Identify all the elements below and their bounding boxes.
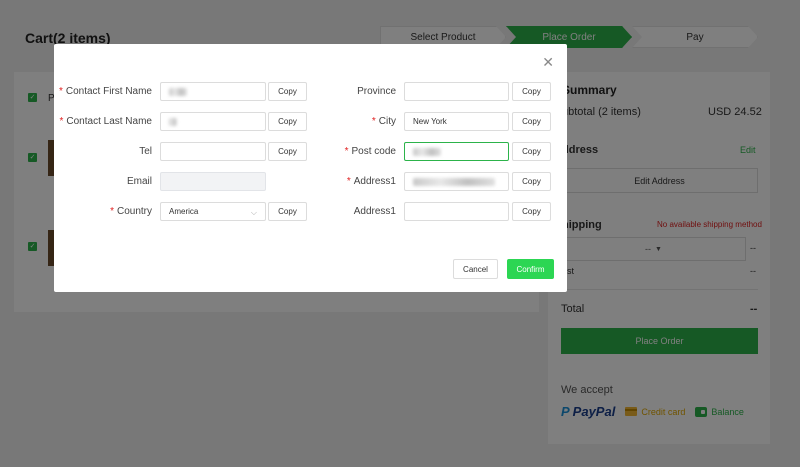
country-select[interactable]: America ⌵ — [160, 202, 266, 221]
copy-province-button[interactable]: Copy — [512, 82, 551, 101]
cancel-button[interactable]: Cancel — [453, 259, 498, 279]
last-name-label: * Contact Last Name — [59, 116, 152, 127]
city-label: * City — [371, 116, 396, 127]
first-name-label: * Contact First Name — [58, 86, 152, 97]
confirm-button[interactable]: Confirm — [507, 259, 554, 279]
address1b-input[interactable] — [404, 202, 509, 221]
address1b-label: Address1 — [353, 206, 396, 217]
email-input — [160, 172, 266, 191]
post-code-input[interactable] — [404, 142, 509, 161]
copy-address1-button[interactable]: Copy — [512, 172, 551, 191]
email-label: Email — [126, 176, 152, 187]
country-value: America — [169, 207, 199, 216]
address1-input[interactable] — [404, 172, 509, 191]
province-input[interactable] — [404, 82, 509, 101]
last-name-input[interactable] — [160, 112, 266, 131]
city-input[interactable]: New York — [404, 112, 509, 131]
copy-post-code-button[interactable]: Copy — [512, 142, 551, 161]
post-code-label: * Post code — [344, 146, 396, 157]
province-label: Province — [357, 86, 396, 97]
country-label: * Country — [110, 206, 152, 217]
copy-address1b-button[interactable]: Copy — [512, 202, 551, 221]
close-icon[interactable]: ✕ — [542, 55, 554, 69]
copy-city-button[interactable]: Copy — [512, 112, 551, 131]
address-modal: ✕ * Contact First Name Copy * Contact Last… — [54, 44, 567, 292]
tel-label: Tel — [139, 146, 152, 157]
address1-label: * Address1 — [346, 176, 396, 187]
tel-input[interactable] — [160, 142, 266, 161]
chevron-down-icon: ⌵ — [250, 208, 257, 217]
first-name-input[interactable] — [160, 82, 266, 101]
